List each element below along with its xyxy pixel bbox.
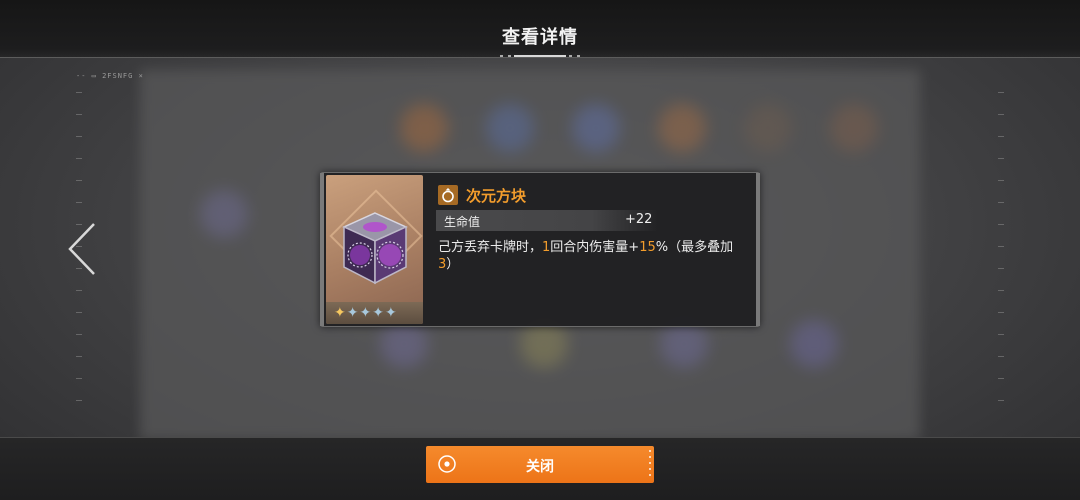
background-blob bbox=[660, 320, 708, 368]
background-blob bbox=[830, 104, 878, 152]
stat-row: 生命值 +22 bbox=[436, 210, 658, 231]
item-detail-card: ✦✦✦✦✦ 次元方块 生命值 +22 己方丢弃卡牌时，1回合内伤害量+15%（最… bbox=[320, 172, 760, 327]
background-blob bbox=[520, 320, 568, 368]
background-blob bbox=[744, 104, 792, 152]
star-icon-empty: ✦ bbox=[346, 305, 360, 321]
item-portrait: ✦✦✦✦✦ bbox=[326, 175, 423, 324]
ring-icon bbox=[438, 185, 458, 205]
background-tag: -- ▭ 2FSNFG × bbox=[76, 72, 144, 80]
description-number: 15 bbox=[639, 240, 656, 255]
background-blob bbox=[400, 104, 448, 152]
previous-item-button[interactable] bbox=[62, 222, 102, 276]
chevron-left-icon bbox=[68, 223, 95, 275]
card-edge-left bbox=[320, 173, 324, 326]
card-edge-right bbox=[756, 173, 760, 326]
stat-value: +22 bbox=[625, 212, 653, 227]
description-text: ） bbox=[446, 257, 460, 272]
star-icon-empty: ✦ bbox=[359, 305, 373, 321]
background-blob bbox=[572, 104, 620, 152]
dimension-cube-image bbox=[342, 212, 408, 285]
close-button[interactable]: 关闭 bbox=[426, 446, 654, 483]
item-description: 己方丢弃卡牌时，1回合内伤害量+15%（最多叠加3） bbox=[438, 239, 738, 273]
star-icon-empty: ✦ bbox=[372, 305, 385, 321]
background-blob bbox=[790, 320, 838, 368]
star-icon-filled: ✦ bbox=[334, 305, 347, 321]
background-blob bbox=[658, 104, 706, 152]
description-text: %（最多叠加 bbox=[655, 240, 734, 255]
background-blob bbox=[486, 104, 534, 152]
rarity-bar: ✦✦✦✦✦ bbox=[326, 302, 423, 324]
button-grip-decoration bbox=[649, 450, 651, 479]
header-bar: 查看详情 bbox=[0, 0, 1080, 58]
page-title: 查看详情 bbox=[502, 27, 578, 48]
background-blob bbox=[200, 190, 248, 238]
description-text: 己方丢弃卡牌时， bbox=[438, 240, 543, 255]
stat-label: 生命值 bbox=[444, 215, 481, 229]
rarity-stars: ✦✦✦✦✦ bbox=[334, 305, 398, 321]
description-text: 回合内伤害量+ bbox=[550, 240, 640, 255]
right-tick-rail bbox=[998, 92, 1004, 412]
close-button-label: 关闭 bbox=[526, 459, 554, 475]
star-icon-empty: ✦ bbox=[384, 305, 398, 321]
background-blob bbox=[380, 320, 428, 368]
item-name: 次元方块 bbox=[466, 187, 527, 205]
title-divider bbox=[496, 53, 584, 59]
